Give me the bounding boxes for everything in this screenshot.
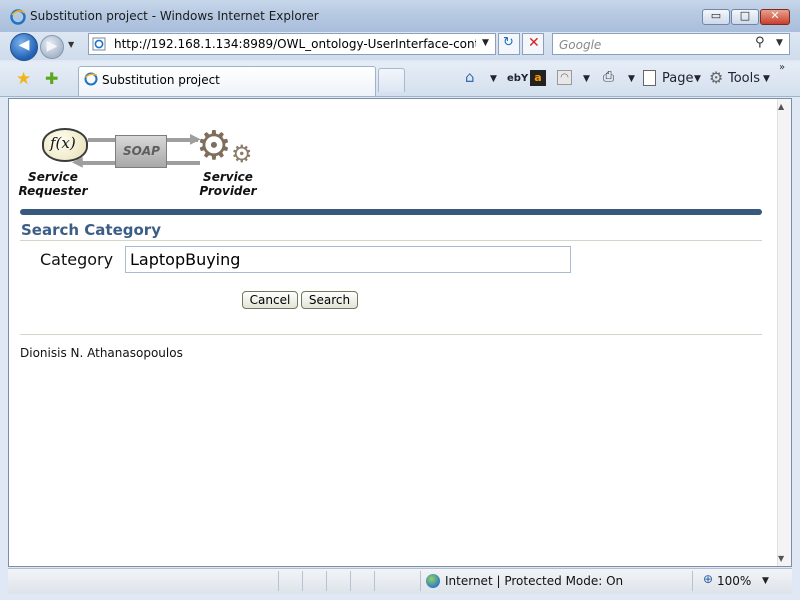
tools-menu-button[interactable]: Tools <box>728 71 760 86</box>
page-viewport <box>8 98 792 567</box>
minimize-button[interactable]: ▭ <box>702 9 730 25</box>
address-dropdown-icon[interactable]: ▼ <box>482 38 489 48</box>
zoom-level[interactable]: 100% <box>717 574 751 588</box>
search-button[interactable]: Search <box>301 291 358 309</box>
amazon-icon[interactable]: a <box>530 70 546 86</box>
add-favorites-icon[interactable]: ✚ <box>45 69 58 88</box>
minimize-icon: ▭ <box>710 9 722 22</box>
stop-button[interactable]: ✕ <box>522 33 544 55</box>
security-zone-status[interactable]: Internet | Protected Mode: On <box>445 574 623 588</box>
search-icon[interactable]: ⚲ <box>755 35 765 50</box>
new-tab-button[interactable] <box>378 68 405 92</box>
back-arrow-icon: ◀ <box>18 37 30 53</box>
ebay-icon[interactable]: ebY <box>507 73 528 84</box>
back-button[interactable]: ◀ <box>10 33 38 61</box>
status-divider <box>374 571 375 591</box>
stop-icon: ✕ <box>528 35 540 51</box>
refresh-icon: ↻ <box>503 35 514 50</box>
soap-label: SOAP <box>123 144 160 158</box>
status-divider <box>302 571 303 591</box>
status-divider <box>278 571 279 591</box>
scroll-up-arrow-icon[interactable]: ▲ <box>778 102 784 111</box>
status-bar <box>8 568 792 594</box>
category-label: Category <box>40 250 114 269</box>
author-name: Dionisis N. Athanasopoulos <box>20 346 183 360</box>
zoom-icon[interactable]: ⊕ <box>703 572 713 586</box>
more-commands-icon[interactable]: » <box>779 62 785 73</box>
status-divider <box>350 571 351 591</box>
feeds-icon[interactable]: ◠ <box>557 70 572 85</box>
close-icon: ✕ <box>770 9 780 22</box>
tools-gear-icon[interactable]: ⚙ <box>709 68 723 87</box>
internet-globe-icon <box>426 574 440 588</box>
ie-logo-icon <box>10 9 26 25</box>
page-menu-icon[interactable] <box>643 70 656 86</box>
section-title: Search Category <box>21 221 161 239</box>
page-menu-button[interactable]: Page <box>662 71 693 86</box>
forward-button[interactable]: ▶ <box>40 35 64 59</box>
home-dropdown-icon[interactable]: ▼ <box>490 74 497 84</box>
section-divider <box>20 240 762 241</box>
category-input[interactable] <box>125 246 571 273</box>
header-divider-bar <box>20 209 762 215</box>
tab-label[interactable]: Substitution project <box>102 73 220 87</box>
tools-dropdown-icon[interactable]: ▼ <box>763 74 770 84</box>
favorites-star-icon[interactable]: ★ <box>16 69 31 89</box>
vertical-scrollbar[interactable] <box>777 99 791 566</box>
status-divider <box>420 571 421 591</box>
maximize-button[interactable]: □ <box>731 9 759 25</box>
tab-favicon-icon <box>84 72 98 86</box>
feeds-dropdown-icon[interactable]: ▼ <box>583 74 590 84</box>
small-gear-icon: ⚙ <box>231 140 253 168</box>
print-dropdown-icon[interactable]: ▼ <box>628 74 635 84</box>
print-icon[interactable]: ⎙ <box>603 69 614 85</box>
refresh-button[interactable]: ↻ <box>498 33 520 55</box>
address-url[interactable]: http://192.168.1.134:8989/OWL_ontology-U… <box>114 37 476 51</box>
cancel-button[interactable]: Cancel <box>242 291 298 309</box>
window-title: Substitution project - Windows Internet … <box>30 9 319 23</box>
zoom-dropdown-icon[interactable]: ▼ <box>762 576 769 586</box>
home-icon[interactable]: ⌂ <box>465 68 475 86</box>
service-requester-label: Service Requester <box>18 170 88 198</box>
status-divider <box>692 571 693 591</box>
function-label: f(x) <box>50 134 76 152</box>
page-dropdown-icon[interactable]: ▼ <box>694 74 701 84</box>
footer-divider <box>20 334 762 335</box>
search-placeholder[interactable]: Google <box>559 38 601 52</box>
recent-pages-dropdown-icon[interactable]: ▼ <box>68 40 74 49</box>
scroll-down-arrow-icon[interactable]: ▼ <box>778 554 784 563</box>
maximize-icon: □ <box>739 9 751 22</box>
status-divider <box>326 571 327 591</box>
gear-icon: ⚙ <box>196 123 232 169</box>
forward-arrow-icon: ▶ <box>46 38 58 54</box>
page-favicon-icon <box>92 37 106 51</box>
close-button[interactable]: ✕ <box>760 9 790 25</box>
service-provider-label: Service Provider <box>199 170 257 198</box>
search-options-dropdown-icon[interactable]: ▼ <box>776 38 783 48</box>
